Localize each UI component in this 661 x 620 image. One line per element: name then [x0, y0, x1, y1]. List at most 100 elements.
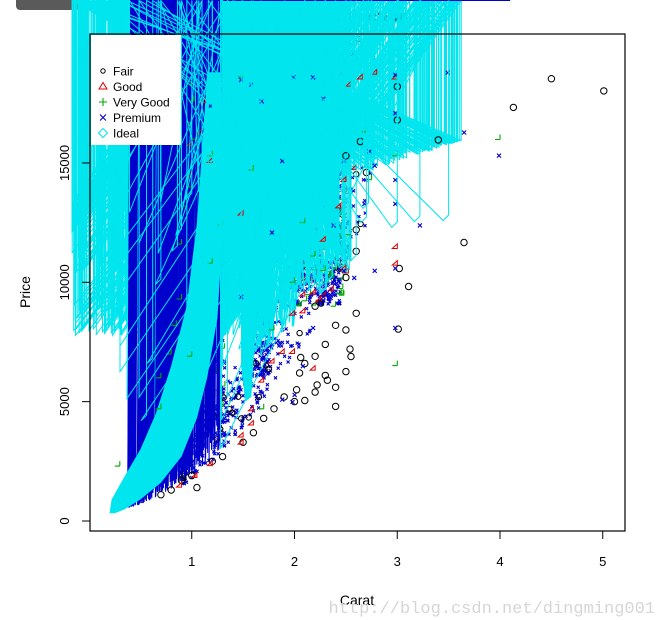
data-point [404, 282, 413, 291]
data-point [417, 223, 423, 228]
data-point [372, 268, 378, 274]
data-point [496, 153, 502, 159]
y-axis-label: Price [17, 276, 33, 308]
data-point [175, 481, 183, 488]
data-point [193, 483, 201, 492]
data-point [292, 392, 298, 398]
data-point-premium [265, 382, 270, 387]
legend: FairGood Very GoodPremium Ideal [91, 35, 181, 145]
data-point-premium [307, 300, 312, 305]
data-point-premium [285, 340, 290, 345]
data-point [461, 130, 467, 135]
data-point [311, 388, 319, 396]
legend-label: Premium [113, 111, 161, 125]
data-point-premium [334, 289, 338, 294]
data-point-premium [221, 374, 226, 379]
data-point [247, 419, 254, 426]
data-point-premium [235, 408, 239, 413]
data-point-premium [216, 451, 221, 456]
data-point [270, 405, 278, 413]
data-point [301, 396, 309, 405]
data-point-premium [276, 366, 281, 371]
legend-label: Good [113, 80, 142, 94]
data-point [292, 386, 301, 394]
y-tick-label: 10000 [57, 264, 72, 300]
data-point-premium [286, 332, 291, 337]
data-point-premium [280, 340, 285, 345]
data-point [157, 491, 165, 499]
data-point-premium [304, 306, 309, 311]
data-point-premium [351, 204, 356, 208]
data-point [342, 326, 350, 334]
data-point [277, 347, 285, 354]
data-point [330, 301, 337, 307]
x-tick-label: 4 [496, 554, 503, 569]
data-point [114, 461, 121, 467]
data-point-premium [238, 370, 243, 375]
legend-label: Very Good [113, 96, 170, 110]
legend-label: Fair [113, 65, 134, 79]
x-tick-label: 3 [394, 554, 401, 569]
x-tick-label: 5 [599, 554, 606, 569]
data-point-premium [256, 385, 261, 390]
data-point [311, 352, 319, 360]
data-point-premium [284, 327, 289, 331]
data-point [600, 87, 608, 95]
data-point [308, 364, 316, 371]
y-tick-label: 15000 [57, 145, 72, 181]
data-point [392, 266, 398, 271]
data-point [331, 402, 340, 411]
data-point [392, 360, 398, 367]
data-point [331, 383, 340, 391]
data-point [392, 201, 398, 207]
data-point [509, 103, 518, 112]
data-point [297, 353, 305, 362]
y-tick-label: 0 [57, 517, 72, 524]
data-point [391, 242, 398, 249]
data-point-premium [233, 428, 238, 433]
data-point [331, 321, 340, 329]
data-point [460, 238, 468, 247]
data-point [249, 429, 258, 437]
data-point [391, 259, 398, 266]
data-point-premium [279, 344, 284, 348]
scatter-chart: plot function 12345 050001000015000 Cara… [17, 0, 655, 619]
x-tick-label: 1 [188, 554, 195, 569]
data-point-premium [299, 315, 304, 319]
data-point-premium [233, 365, 238, 370]
data-point [547, 75, 556, 83]
data-point [295, 369, 304, 377]
data-point [311, 302, 319, 310]
y-tick-label: 5000 [57, 387, 72, 416]
data-point-premium [264, 352, 269, 357]
data-point-premium [278, 361, 283, 366]
data-point-premium [361, 177, 366, 182]
watermark: http://blog.csdn.net/dingming001 [329, 600, 655, 619]
data-point [342, 367, 350, 376]
data-point-premium [262, 394, 267, 399]
data-point-premium [273, 375, 278, 380]
data-point-premium [363, 223, 367, 228]
data-point-premium [282, 354, 287, 359]
data-point [313, 381, 321, 389]
data-point-premium [286, 360, 291, 364]
data-point [260, 414, 268, 423]
data-point-fair [296, 329, 303, 337]
data-point [310, 325, 316, 331]
data-point-premium [328, 292, 333, 297]
x-axis: 1 2 3 4 5 [188, 531, 606, 569]
data-point [352, 309, 360, 317]
legend-label: Ideal [113, 127, 139, 141]
data-point-premium [226, 440, 231, 445]
data-point-premium [306, 311, 311, 316]
data-point-premium [241, 393, 245, 398]
data-point [288, 347, 296, 354]
data-point [495, 134, 501, 141]
data-point [346, 345, 354, 353]
data-point [347, 352, 355, 361]
data-point [257, 376, 265, 383]
data-point [351, 275, 357, 281]
data-point-premium [222, 365, 227, 370]
data-point [218, 452, 227, 461]
data-point [236, 431, 244, 438]
